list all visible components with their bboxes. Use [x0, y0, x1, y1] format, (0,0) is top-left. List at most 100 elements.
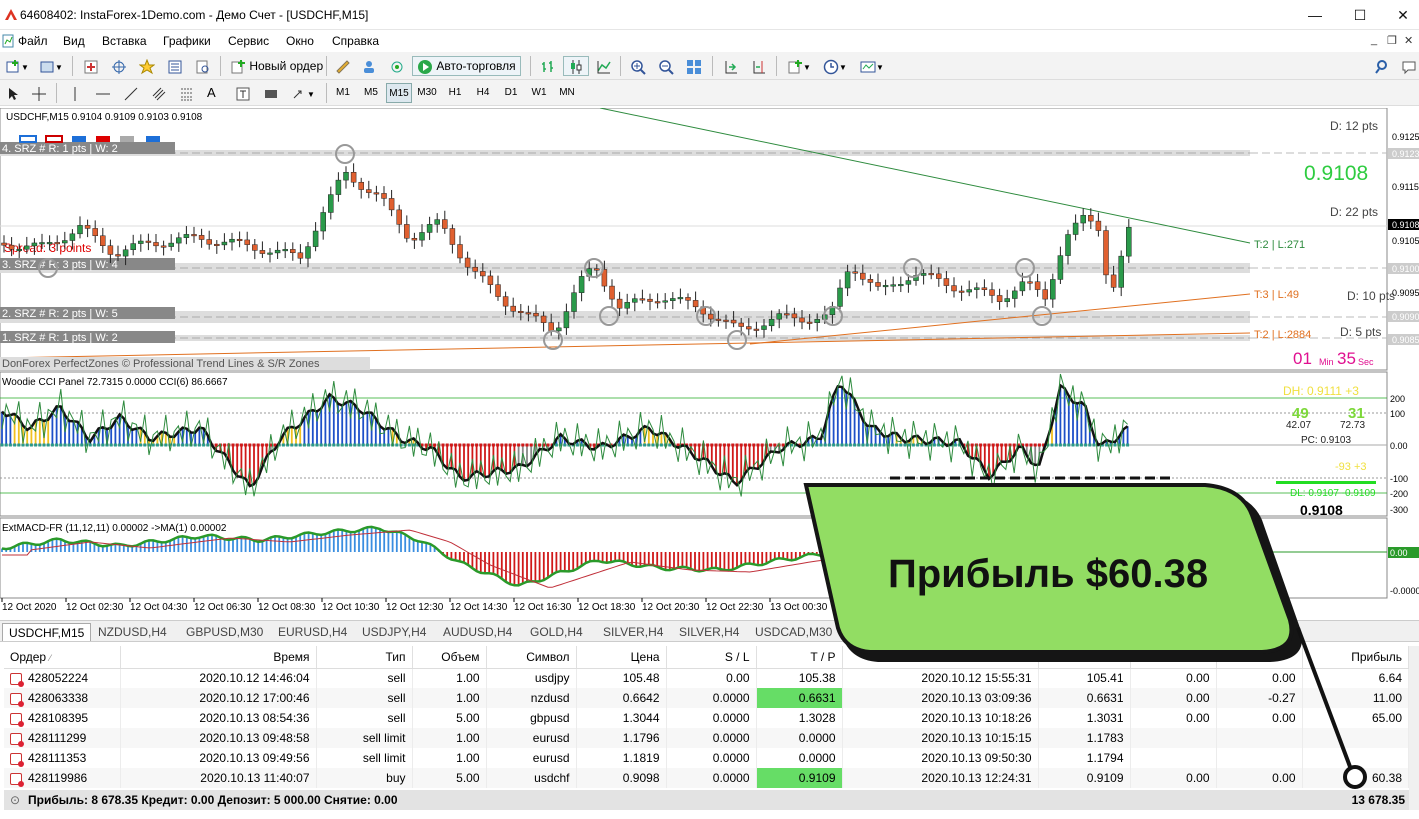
cci-header: Woodie CCI Panel 72.7315 0.0000 CCI(6) 8…: [2, 377, 228, 388]
col-profit[interactable]: Прибыль: [1302, 646, 1409, 669]
table-row[interactable]: 428111299 2020.10.13 09:48:58 sell limit 1.…: [4, 728, 1409, 748]
metaeditor-button[interactable]: [330, 56, 356, 76]
cci-zero-dot: [143, 443, 147, 447]
tab-silver-h4-2[interactable]: SILVER,H4: [673, 623, 745, 641]
timeframe-m30[interactable]: M30: [414, 83, 440, 103]
chart-window[interactable]: 4. SRZ # R: 1 pts | W: 2 3. SRZ # R: 3 p…: [0, 108, 1419, 618]
timeframe-m15[interactable]: M15: [386, 83, 412, 103]
strategy-tester-button[interactable]: [190, 56, 216, 76]
fibonacci-tool[interactable]: [174, 83, 200, 103]
crosshair-tool[interactable]: [26, 83, 52, 103]
channel-tool[interactable]: [146, 83, 172, 103]
tab-silver-h4[interactable]: SILVER,H4: [597, 623, 669, 641]
signals-button[interactable]: [356, 56, 382, 76]
table-row[interactable]: 428111353 2020.10.13 09:49:56 sell limit 1.…: [4, 748, 1409, 768]
col-swap[interactable]: [1216, 646, 1303, 669]
table-row[interactable]: 428052224 2020.10.12 14:46:04 sell 1.00 usdj…: [4, 668, 1409, 688]
zoom-in-button[interactable]: [625, 56, 651, 76]
col-sl[interactable]: S / L: [666, 646, 757, 669]
rectangle-tool[interactable]: [258, 83, 284, 103]
menu-help[interactable]: Справка: [332, 34, 379, 48]
close-button[interactable]: ✕: [1388, 4, 1418, 26]
minimize-button[interactable]: —: [1300, 4, 1330, 26]
timeframe-w1[interactable]: W1: [526, 83, 552, 103]
terminal-button[interactable]: [162, 56, 188, 76]
mdi-minimize-button[interactable]: _: [1371, 34, 1377, 46]
col-price[interactable]: Цена: [576, 646, 667, 669]
mdi-restore-button[interactable]: ❐: [1387, 34, 1397, 47]
cci-zero-dot: [361, 443, 365, 447]
menu-tools[interactable]: Сервис: [228, 34, 269, 48]
text-tool[interactable]: A: [202, 83, 221, 103]
new-chart-button[interactable]: ▼: [0, 56, 34, 76]
tab-usdcad-m30[interactable]: USDCAD,M30: [749, 623, 838, 641]
trendline-tool[interactable]: [118, 83, 144, 103]
col-close-time[interactable]: [842, 646, 1039, 669]
timeframe-d1[interactable]: D1: [498, 83, 524, 103]
mdi-close-button[interactable]: ✕: [1404, 34, 1413, 47]
market-watch-button[interactable]: [78, 56, 104, 76]
horizontal-line-tool[interactable]: [90, 83, 116, 103]
bar-chart-button[interactable]: [535, 56, 561, 76]
tab-gold-h4[interactable]: GOLD,H4: [524, 623, 589, 641]
col-volume[interactable]: Объем: [412, 646, 487, 669]
menu-window[interactable]: Окно: [286, 34, 314, 48]
vertical-line-tool[interactable]: [62, 83, 88, 103]
indicators-button[interactable]: ▼: [782, 56, 816, 76]
chat-button[interactable]: [1396, 56, 1419, 76]
tab-usdchf-m15[interactable]: USDCHF,M15: [2, 623, 92, 641]
text-label-tool[interactable]: [230, 83, 256, 103]
cursor-tool[interactable]: [0, 83, 26, 103]
timeframe-h1[interactable]: H1: [442, 83, 468, 103]
auto-trading-button[interactable]: Авто-торговля: [412, 56, 521, 76]
search-button[interactable]: [1370, 56, 1396, 76]
order-icon: [10, 752, 24, 767]
col-tp[interactable]: T / P: [756, 646, 843, 669]
periods-button[interactable]: ▼: [818, 56, 852, 76]
col-symbol[interactable]: Символ: [486, 646, 577, 669]
cci-zero-dot: [109, 443, 113, 447]
table-row[interactable]: 428063338 2020.10.12 17:00:46 sell 1.00 nzdu…: [4, 688, 1409, 708]
cci-zero-dot: [630, 443, 634, 447]
tab-nzdusd-h4[interactable]: NZDUSD,H4: [92, 623, 173, 641]
timeframe-m5[interactable]: M5: [358, 83, 384, 103]
arrows-tool[interactable]: ▼: [286, 83, 320, 103]
col-commission[interactable]: [1130, 646, 1217, 669]
menu-file[interactable]: Файл: [18, 34, 48, 48]
candle-body: [943, 278, 950, 286]
col-time[interactable]: Время: [120, 646, 317, 669]
orders-scrollbar[interactable]: [1409, 646, 1419, 810]
profiles-button[interactable]: ▼: [34, 56, 68, 76]
tab-audusd-h4[interactable]: AUDUSD,H4: [437, 623, 518, 641]
line-chart-button[interactable]: [591, 56, 617, 76]
table-row[interactable]: 428108395 2020.10.13 08:54:36 sell 5.00 gbpu…: [4, 708, 1409, 728]
tab-gbpusd-m30[interactable]: GBPUSD,M30: [180, 623, 269, 641]
tile-windows-button[interactable]: [681, 56, 707, 76]
chart-shift-button[interactable]: [746, 56, 772, 76]
maximize-button[interactable]: ☐: [1345, 4, 1375, 26]
price-chart[interactable]: 4. SRZ # R: 1 pts | W: 2 3. SRZ # R: 3 p…: [0, 108, 1419, 618]
table-cell: 1.3031: [1038, 708, 1131, 728]
menu-charts[interactable]: Графики: [163, 34, 211, 48]
new-order-button[interactable]: Новый ордер: [225, 56, 328, 76]
col-type[interactable]: Тип: [316, 646, 413, 669]
timeframe-mn[interactable]: MN: [554, 83, 580, 103]
tab-usdjpy-h4[interactable]: USDJPY,H4: [356, 623, 432, 641]
table-row[interactable]: 428119986 2020.10.13 11:40:07 buy 5.00 usdch…: [4, 768, 1409, 788]
navigator-button[interactable]: [134, 56, 160, 76]
data-window-button[interactable]: [106, 56, 132, 76]
zoom-out-button[interactable]: [653, 56, 679, 76]
timeframe-h4[interactable]: H4: [470, 83, 496, 103]
tab-eurusd-h4[interactable]: EURUSD,H4: [272, 623, 353, 641]
menu-insert[interactable]: Вставка: [102, 34, 147, 48]
market-button[interactable]: [384, 56, 410, 76]
col-close-price[interactable]: [1038, 646, 1131, 669]
timer-minutes: 01: [1293, 349, 1312, 368]
col-order[interactable]: Ордер ⁄: [4, 646, 121, 669]
cci-zero-dot: [575, 443, 579, 447]
autoscroll-button[interactable]: [718, 56, 744, 76]
candlestick-button[interactable]: [563, 56, 589, 76]
timeframe-m1[interactable]: M1: [330, 83, 356, 103]
menu-view[interactable]: Вид: [63, 34, 85, 48]
templates-button[interactable]: ▼: [855, 56, 889, 76]
